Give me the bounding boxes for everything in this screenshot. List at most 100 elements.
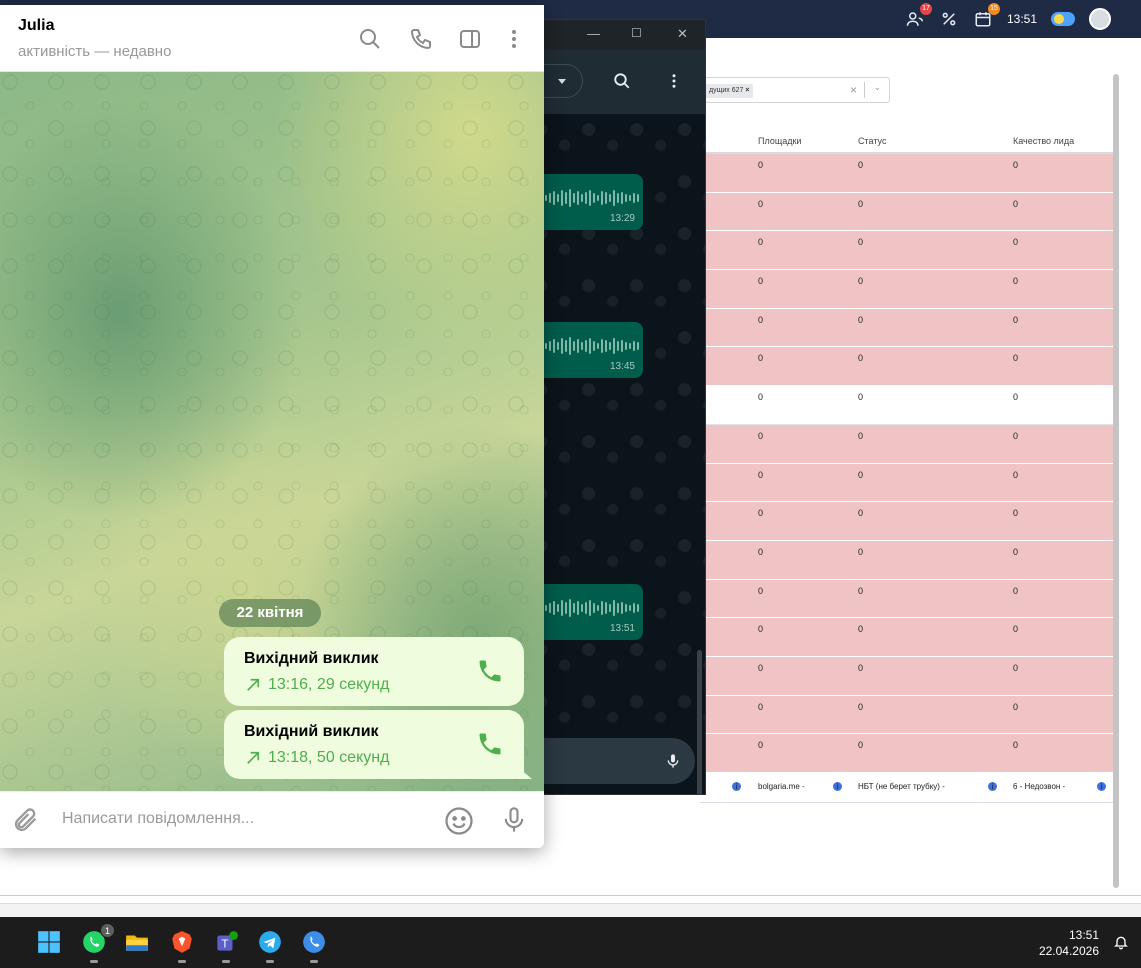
table-cell: 0 (858, 237, 864, 248)
info-icon[interactable]: i (988, 782, 997, 791)
filter-clear-icon[interactable]: × (850, 83, 857, 97)
table-row[interactable]: 0 0 0 (700, 502, 1114, 541)
table-row[interactable]: 0 0 0 (700, 463, 1114, 503)
search-icon[interactable] (613, 72, 631, 95)
column-header[interactable]: Качество лида (1013, 136, 1074, 146)
table-row[interactable]: 0 0 0 (700, 231, 1114, 271)
chevron-down-icon[interactable]: ⌄ (873, 82, 881, 93)
running-indicator (266, 960, 274, 963)
table-row[interactable]: 0 0 0 (700, 270, 1114, 309)
table-cell: 0 (758, 585, 764, 596)
user-avatar[interactable] (1089, 8, 1111, 30)
table-cell: 0 (858, 160, 864, 170)
telegram-icon[interactable] (255, 927, 285, 963)
table-row[interactable]: 0 0 0 (700, 386, 1114, 425)
call-phone-icon[interactable] (476, 730, 504, 758)
table-cell: 0 (758, 160, 764, 170)
table-cell: 0 (1013, 585, 1019, 596)
table-row[interactable]: 0 0 0 (700, 154, 1114, 193)
table-cell: 0 (758, 624, 764, 635)
table-cell: 0 (858, 276, 864, 287)
microphone-icon[interactable] (500, 805, 528, 835)
table-cell: 0 (758, 546, 764, 557)
table-cell: 0 (858, 353, 864, 364)
paperclip-icon[interactable] (12, 806, 40, 834)
windows-start-icon[interactable] (34, 927, 64, 957)
call-details: 13:18, 50 секунд (268, 749, 390, 766)
whatsapp-input[interactable] (531, 738, 695, 784)
phone-app-icon[interactable] (299, 927, 329, 963)
percent-icon[interactable] (939, 9, 959, 29)
table-cell: 0 (1013, 701, 1019, 712)
table-row[interactable]: 0 0 0 (700, 540, 1114, 580)
phone-icon[interactable] (409, 27, 433, 51)
microphone-icon[interactable] (665, 751, 681, 776)
contacts-icon[interactable]: 17 (905, 3, 932, 29)
voice-message[interactable]: 13:29 (531, 174, 643, 230)
calendar-icon[interactable]: 15 (973, 3, 1000, 29)
table-row[interactable]: 0 0 0 (700, 656, 1114, 696)
waveform (545, 188, 639, 208)
whatsapp-scrollbar[interactable] (697, 650, 702, 794)
table-cell: 0 (758, 508, 764, 519)
table-cell: 0 (858, 198, 864, 209)
whatsapp-icon[interactable]: 1 (79, 923, 115, 963)
sidebar-toggle-icon[interactable] (458, 27, 482, 51)
table-cell: 0 (858, 392, 864, 403)
table-cell: 0 (1013, 469, 1019, 480)
notification-bell-icon[interactable] (1113, 934, 1129, 950)
whatsapp-titlebar: — ☐ ✕ (531, 20, 705, 50)
message-input[interactable]: Написати повідомлення... (62, 810, 254, 828)
more-vertical-icon[interactable] (502, 27, 526, 51)
column-header[interactable]: Статус (858, 136, 886, 146)
contact-name[interactable]: Julia (18, 17, 54, 35)
divider (0, 895, 1141, 896)
crm-horizontal-scroll[interactable] (0, 903, 1141, 917)
table-row[interactable]: 0 0 0 (700, 695, 1114, 735)
system-clock[interactable]: 13:51 22.04.2026 (1039, 927, 1099, 959)
close-button[interactable]: ✕ (677, 26, 688, 42)
whatsapp-chat-header (531, 50, 705, 114)
brave-icon[interactable] (167, 927, 197, 963)
crm-filter-select[interactable]: дущих 627 × × ⌄ (700, 77, 890, 103)
info-icon[interactable]: i (833, 782, 842, 791)
crm-top-icons: 17 15 13:51 (905, 3, 1111, 30)
info-icon[interactable]: i (732, 782, 741, 791)
minimize-button[interactable]: — (587, 26, 600, 41)
table-row[interactable]: 0 0 0 (700, 424, 1114, 464)
voice-message[interactable]: 13:45 (531, 322, 643, 378)
calendar-badge: 15 (987, 3, 1000, 15)
voice-message[interactable]: 13:51 (531, 584, 643, 640)
filter-chip-remove[interactable]: × (745, 87, 749, 94)
table-row[interactable]: 0 0 0 (700, 347, 1114, 387)
teams-icon[interactable]: T (211, 927, 241, 963)
contact-status: активність — недавно (18, 43, 172, 60)
table-row[interactable]: 0 0 0 (700, 618, 1114, 657)
outgoing-call-message[interactable]: Вихідний виклик 13:16, 29 секунд (224, 637, 524, 706)
table-cell: 0 (758, 430, 764, 441)
table-cell: 0 (858, 624, 864, 635)
table-cell: 0 (858, 546, 864, 557)
running-indicator (222, 960, 230, 963)
table-row[interactable]: 0 0 0 (700, 734, 1114, 773)
table-cell: 0 (758, 740, 764, 751)
outgoing-call-message[interactable]: Вихідний виклик 13:18, 50 секунд (224, 710, 532, 779)
more-vertical-icon[interactable] (665, 72, 683, 95)
crm-scrollbar[interactable] (1113, 74, 1119, 888)
info-icon[interactable]: i (1097, 782, 1106, 791)
emoji-icon[interactable] (444, 806, 474, 836)
waveform (545, 598, 639, 618)
whatsapp-window: — ☐ ✕ 13:29 13:45 13:51 (530, 19, 706, 795)
maximize-button[interactable]: ☐ (631, 26, 642, 40)
call-phone-icon[interactable] (476, 657, 504, 685)
table-row[interactable]: 0 0 0 (700, 192, 1114, 232)
theme-toggle[interactable] (1051, 12, 1075, 26)
table-row[interactable]: 0 0 0 (700, 308, 1114, 348)
file-explorer-icon[interactable] (122, 927, 152, 957)
crm-leads-table: Площадки Статус Качество лида 0000000000… (700, 128, 1114, 803)
call-info: 13:18, 50 секунд (244, 749, 389, 767)
column-header[interactable]: Площадки (758, 136, 801, 146)
table-row[interactable]: 0 0 0 (700, 579, 1114, 619)
search-icon[interactable] (358, 27, 382, 51)
summary-cell: 6 - Недозвон - (1013, 782, 1066, 791)
